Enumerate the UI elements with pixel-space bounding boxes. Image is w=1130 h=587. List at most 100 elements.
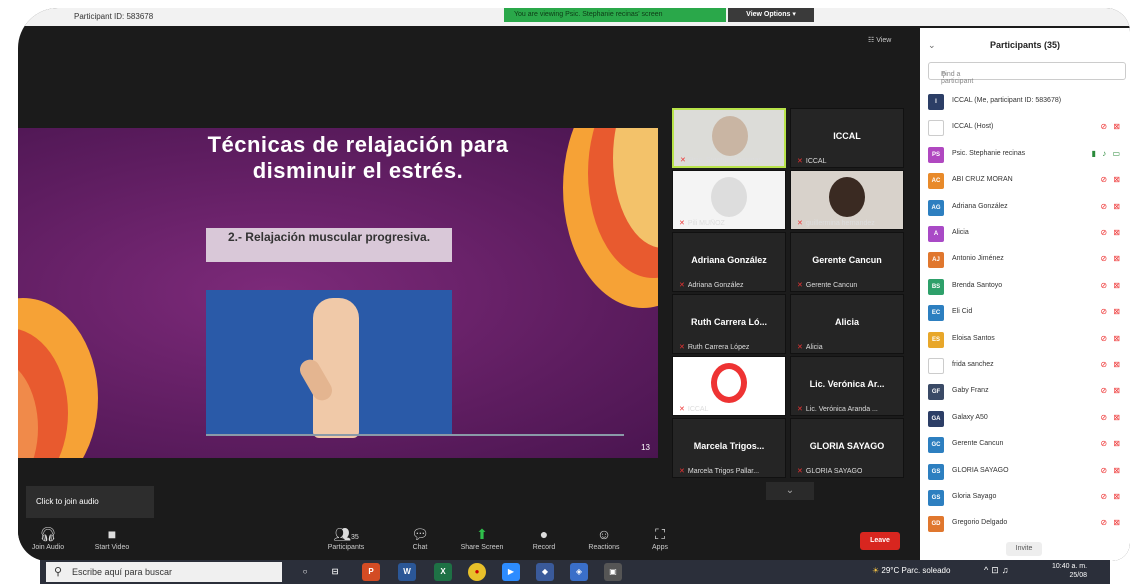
participant-name: frida sanchez xyxy=(952,361,994,368)
participant-row[interactable]: AJ Antonio Jiménez ⊘ ⊠ xyxy=(920,248,1130,274)
video-tile[interactable]: Lic. Verónica Ar... ✕ Lic. Verónica Aranda… xyxy=(790,356,904,416)
participant-row[interactable]: AG Adriana González ⊘ ⊠ xyxy=(920,196,1130,222)
slide-subtitle: 2.- Relajación muscular progresiva. xyxy=(206,228,452,262)
video-tile[interactable]: Ruth Carrera Ló... ✕ Ruth Carrera López xyxy=(672,294,786,354)
chrome-icon[interactable]: ● xyxy=(468,563,486,581)
mic-video-muted-icon: ⊘ ⊠ xyxy=(1100,465,1122,475)
gallery-scroll-down-button[interactable]: ⌄ xyxy=(766,482,814,500)
participant-row[interactable]: GD Gregorio Delgado ⊘ ⊠ xyxy=(920,512,1130,538)
participants-panel-title: Participants (35) xyxy=(989,40,1061,50)
mic-muted-icon: ✕ xyxy=(797,158,803,165)
participant-name: Eli Cid xyxy=(952,308,973,316)
participants-panel: ⌄ Participants (35) ⚲ Find a participant… xyxy=(920,28,1130,561)
participant-row[interactable]: GC Gerente Cancun ⊘ ⊠ xyxy=(920,433,1130,459)
apps-button[interactable]: ⛶ Apps xyxy=(630,524,690,551)
participant-row[interactable]: frida sanchez ⊘ ⊠ xyxy=(920,354,1130,380)
share-screen-button[interactable]: ⬆ Share Screen xyxy=(452,524,512,551)
mic-video-muted-icon: ⊘ ⊠ xyxy=(1100,228,1122,237)
taskbar-clock[interactable]: 10:40 a. m. 25/08 xyxy=(1052,562,1087,580)
zoom-app-icon[interactable]: ▶ xyxy=(502,563,520,581)
leave-button[interactable]: Leave xyxy=(860,532,900,550)
video-tile[interactable]: Marcela Trigos... ✕ Marcela Trigos Pallar.… xyxy=(672,418,786,478)
participant-row[interactable]: GS GLORIA SAYAGO ⊘ ⊠ xyxy=(920,460,1130,486)
video-tile[interactable]: GLORIA SAYAGO ✕ GLORIA SAYAGO xyxy=(790,418,904,478)
tile-name-text: guillermina hernandez xyxy=(805,220,875,227)
tile-name-label: ✕ Psic. Stephanie recinas xyxy=(680,156,762,164)
app-icon-7[interactable]: ◆ xyxy=(536,563,554,581)
tile-name-text: Psic. Stephanie recinas xyxy=(688,157,763,164)
video-tile[interactable]: ✕ ICCAL xyxy=(672,356,786,416)
excel-icon[interactable]: X xyxy=(434,563,452,581)
clock-date: 25/08 xyxy=(1069,572,1088,579)
participants-label: Participants xyxy=(327,544,365,551)
share-screen-label: Share Screen xyxy=(460,544,504,551)
participant-row[interactable]: PS Psic. Stephanie recinas ▮ ♪ ▭ xyxy=(920,143,1130,169)
grid-icon: ☷ xyxy=(868,37,877,44)
video-tile[interactable]: Adriana González ✕ Adriana González xyxy=(672,232,786,292)
mic-muted-icon: ✕ xyxy=(679,406,685,413)
participant-search-input[interactable]: ⚲ Find a participant xyxy=(928,62,1126,85)
join-audio-tooltip[interactable]: Click to join audio xyxy=(26,486,154,518)
video-tile[interactable]: ✕ guillermina hernandez xyxy=(790,170,904,230)
participant-row[interactable]: GS Gloria Sayago ⊘ ⊠ xyxy=(920,486,1130,512)
zoom-window: Participant ID: 583678 You are viewing P… xyxy=(18,8,1130,561)
join-audio-label: Join Audio xyxy=(31,544,65,551)
video-tile[interactable]: Gerente Cancun ✕ Gerente Cancun xyxy=(790,232,904,292)
tile-name-text: ICCAL xyxy=(805,158,827,165)
start-video-button[interactable]: ■ Start Video xyxy=(82,524,142,551)
video-tile[interactable]: Alicia ✕ Alicia xyxy=(790,294,904,354)
system-tray[interactable]: ^⊡♫ xyxy=(984,565,1012,576)
tile-name-text: Gerente Cancun xyxy=(805,282,858,289)
participant-row[interactable]: GF Gaby Franz ⊘ ⊠ xyxy=(920,380,1130,406)
participant-name: Gloria Sayago xyxy=(952,493,997,500)
volume-icon: ♫ xyxy=(1001,565,1012,575)
mic-video-muted-icon: ⊘ ⊠ xyxy=(1100,307,1122,317)
video-tile[interactable]: ✕ Pili MUÑOZ xyxy=(672,170,786,230)
reactions-button[interactable]: ☺ Reactions xyxy=(574,524,634,551)
powerpoint-icon[interactable]: P xyxy=(362,563,380,581)
mic-video-muted-icon: ⊘ ⊠ xyxy=(1100,439,1122,449)
participant-avatar: GA xyxy=(928,410,944,427)
mic-muted-icon: ✕ xyxy=(679,282,685,289)
participant-row[interactable]: BS Brenda Santoyo ⊘ ⊠ xyxy=(920,275,1130,301)
taskbar-search-box[interactable]: ⚲ Escribe aquí para buscar xyxy=(46,562,282,582)
participant-avatar: GS xyxy=(928,463,944,480)
app-icon-8[interactable]: ◈ xyxy=(570,563,588,581)
participant-row[interactable]: I ICCAL (Me, participant ID: 583678) xyxy=(920,90,1130,116)
task-view-icon[interactable]: ○ xyxy=(296,563,314,581)
chevron-down-icon: ▾ xyxy=(792,11,796,18)
view-options-button[interactable]: View Options ▾ xyxy=(728,8,814,22)
participant-name: GLORIA SAYAGO xyxy=(952,466,1009,474)
weather-widget[interactable]: ☀ 29°C Parc. soleado xyxy=(872,566,950,575)
participants-count: 35 xyxy=(350,534,359,541)
join-audio-button[interactable]: 🎧︎ Join Audio xyxy=(18,524,78,551)
record-button[interactable]: ● Record xyxy=(514,524,574,551)
tile-name-label: ✕ Gerente Cancun xyxy=(797,281,857,289)
mic-video-muted-icon: ⊘ ⊠ xyxy=(1100,122,1122,132)
mic-video-muted-icon: ⊘ ⊠ xyxy=(1100,386,1122,396)
share-screen-icon: ⬆ xyxy=(476,526,488,542)
participant-row[interactable]: ICCAL (Host) ⊘ ⊠ xyxy=(920,116,1130,142)
participant-row[interactable]: ES Eloisa Santos ⊘ ⊠ xyxy=(920,328,1130,354)
video-tile[interactable]: ✕ Psic. Stephanie recinas xyxy=(672,108,786,168)
chat-button[interactable]: 💬︎ Chat xyxy=(390,524,450,551)
participants-icon: 👥︎35 xyxy=(333,526,359,542)
mic-muted-icon: ✕ xyxy=(679,220,685,227)
participant-row[interactable]: GA Galaxy A50 ⊘ ⊠ xyxy=(920,407,1130,433)
tile-name-label: ✕ guillermina hernandez xyxy=(797,219,875,227)
task-switch-icon[interactable]: ⊟ xyxy=(326,563,344,581)
participant-row[interactable]: A Alicia ⊘ ⊠ xyxy=(920,222,1130,248)
participant-avatar: GS xyxy=(928,490,944,506)
participant-name: Brenda Santoyo xyxy=(952,281,1003,289)
participant-row[interactable]: EC Eli Cid ⊘ ⊠ xyxy=(920,301,1130,327)
chat-label: Chat xyxy=(412,544,428,551)
video-tile[interactable]: ICCAL ✕ ICCAL xyxy=(790,108,904,168)
participant-avatar: AG xyxy=(928,199,944,216)
invite-button[interactable]: Invite xyxy=(1006,542,1042,556)
participants-button[interactable]: 👥︎35 Participants xyxy=(316,524,376,551)
word-icon[interactable]: W xyxy=(398,563,416,581)
participant-row[interactable]: AC ABI CRUZ MORAN ⊘ ⊠ xyxy=(920,169,1130,195)
app-icon-9[interactable]: ▣ xyxy=(604,563,622,581)
tile-name-text: Marcela Trigos Pallar... xyxy=(687,468,760,475)
view-button[interactable]: ☷ View xyxy=(868,36,891,44)
